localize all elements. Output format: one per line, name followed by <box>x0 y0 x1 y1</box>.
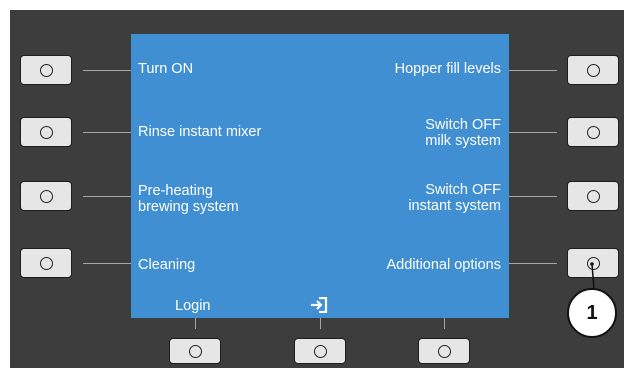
button-ring-icon <box>437 344 451 358</box>
connector-line <box>444 318 445 329</box>
menu-hopper-fill-levels[interactable]: Hopper fill levels <box>395 61 501 77</box>
menu-switch-off-instant-system[interactable]: Switch OFF instant system <box>408 182 501 214</box>
menu-switch-off-milk-system[interactable]: Switch OFF milk system <box>425 117 501 149</box>
right-button-3[interactable] <box>567 181 619 211</box>
connector-line <box>320 318 321 329</box>
connector-line <box>195 318 196 329</box>
button-ring-icon <box>586 125 600 139</box>
menu-label-line: Switch OFF <box>425 117 501 133</box>
bottom-button-3[interactable] <box>418 338 470 364</box>
menu-preheating-brewing-system[interactable]: Pre-heating brewing system <box>138 183 239 215</box>
connector-line <box>509 132 557 133</box>
button-ring-icon <box>188 344 202 358</box>
connector-line <box>83 196 131 197</box>
login-label[interactable]: Login <box>175 298 210 314</box>
right-button-1[interactable] <box>567 55 619 85</box>
left-button-1[interactable] <box>20 55 72 85</box>
menu-label-line: milk system <box>425 133 501 149</box>
button-ring-icon <box>39 125 53 139</box>
connector-line <box>509 70 557 71</box>
enter-icon[interactable] <box>310 297 328 313</box>
left-button-3[interactable] <box>20 181 72 211</box>
connector-line <box>509 263 557 264</box>
connector-line <box>509 196 557 197</box>
menu-turn-on[interactable]: Turn ON <box>138 61 193 77</box>
button-ring-icon <box>586 189 600 203</box>
bottom-button-1[interactable] <box>169 338 221 364</box>
left-button-2[interactable] <box>20 117 72 147</box>
callout-marker: 1 <box>567 288 617 338</box>
button-ring-icon <box>39 189 53 203</box>
menu-label-line: Pre-heating <box>138 183 213 199</box>
right-button-2[interactable] <box>567 117 619 147</box>
button-ring-icon <box>313 344 327 358</box>
connector-line <box>83 263 131 264</box>
bottom-button-2[interactable] <box>294 338 346 364</box>
button-ring-icon <box>39 63 53 77</box>
menu-rinse-instant-mixer[interactable]: Rinse instant mixer <box>138 124 261 140</box>
menu-cleaning[interactable]: Cleaning <box>138 257 195 273</box>
button-ring-icon <box>39 256 53 270</box>
button-ring-icon <box>586 63 600 77</box>
left-button-4[interactable] <box>20 248 72 278</box>
menu-label-line: instant system <box>408 198 501 214</box>
menu-label-line: brewing system <box>138 199 239 215</box>
menu-label-line: Switch OFF <box>425 182 501 198</box>
connector-line <box>83 132 131 133</box>
menu-additional-options[interactable]: Additional options <box>387 257 501 273</box>
connector-line <box>83 70 131 71</box>
